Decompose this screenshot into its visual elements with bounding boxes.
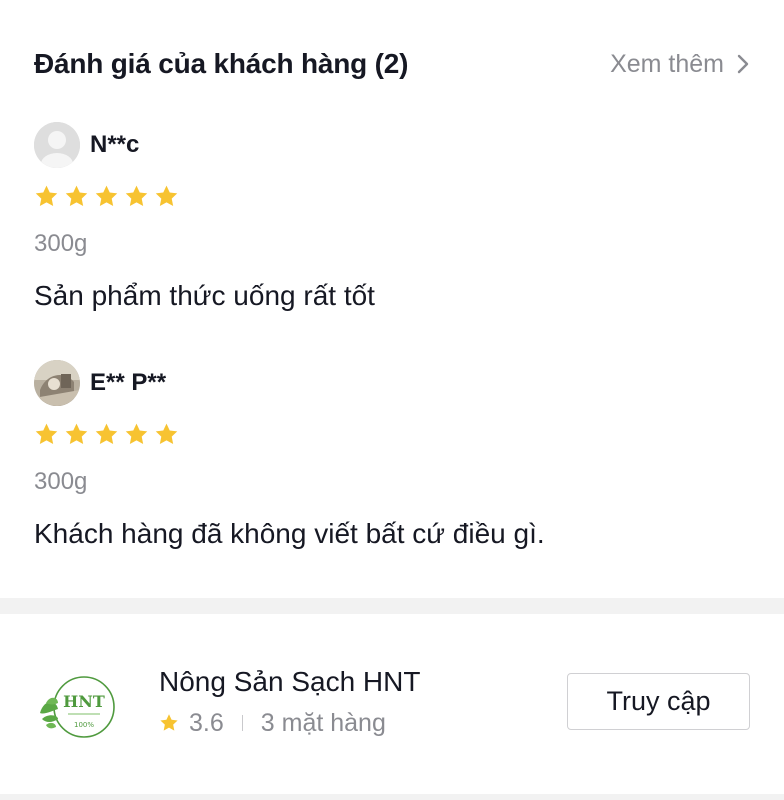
star-icon	[95, 423, 118, 444]
review-text: Khách hàng đã không viết bất cứ điều gì.	[34, 518, 545, 549]
shop-rating: 3.6	[189, 708, 224, 737]
shop-items-count: 3 mặt hàng	[260, 708, 386, 737]
shop-logo[interactable]: HNT 100%	[34, 669, 124, 749]
shop-logo-text: HNT	[63, 692, 105, 711]
shop-logo-percent: 100%	[74, 721, 94, 729]
review-variant: 300g	[34, 468, 88, 495]
default-person-icon	[34, 122, 80, 168]
shop-logo-image: HNT 100%	[40, 676, 115, 738]
shop-name[interactable]: Nông Sản Sạch HNT	[159, 666, 420, 698]
reviewer-name: E** P**	[90, 369, 167, 396]
reviews-title: Đánh giá của khách hàng (2)	[34, 48, 409, 79]
reviewer: E** P**	[34, 360, 750, 406]
star-icon	[35, 423, 58, 444]
chevron-right-icon	[737, 54, 749, 74]
star-icon	[65, 185, 88, 206]
star-icon	[155, 423, 178, 444]
star-icon	[95, 185, 118, 206]
avatar	[34, 122, 80, 168]
see-more-label: Xem thêm	[610, 49, 724, 78]
reviews-section: Đánh giá của khách hàng (2) Xem thêm N**…	[0, 0, 784, 598]
review-text: Sản phẩm thức uống rất tốt	[34, 280, 375, 311]
shop-meta: 3.6 3 mặt hàng	[159, 708, 386, 738]
meta-divider	[241, 715, 243, 731]
star-icon	[125, 423, 148, 444]
review-item: N**c 300g Sản phẩm thức uống rất tốt	[34, 122, 750, 312]
star-icon	[125, 185, 148, 206]
star-rating	[34, 422, 750, 448]
shop-card[interactable]: HNT 100% Nông Sản Sạch HNT 3.6 3 mặt hàn…	[0, 614, 784, 794]
star-icon	[35, 185, 58, 206]
avatar	[34, 360, 80, 406]
review-item: E** P** 300g Khách hàng đã không viết bấ…	[34, 360, 750, 550]
star-icon	[65, 423, 88, 444]
reviewer: N**c	[34, 122, 750, 168]
see-more-link[interactable]: Xem thêm	[610, 50, 750, 79]
visit-shop-button[interactable]: Truy cập	[567, 673, 750, 730]
user-photo-avatar	[34, 360, 80, 406]
reviewer-name: N**c	[90, 131, 140, 158]
review-variant: 300g	[34, 230, 88, 257]
star-icon	[160, 714, 178, 731]
star-icon	[155, 185, 178, 206]
reviews-header: Đánh giá của khách hàng (2) Xem thêm	[34, 44, 750, 84]
star-rating	[34, 184, 750, 210]
